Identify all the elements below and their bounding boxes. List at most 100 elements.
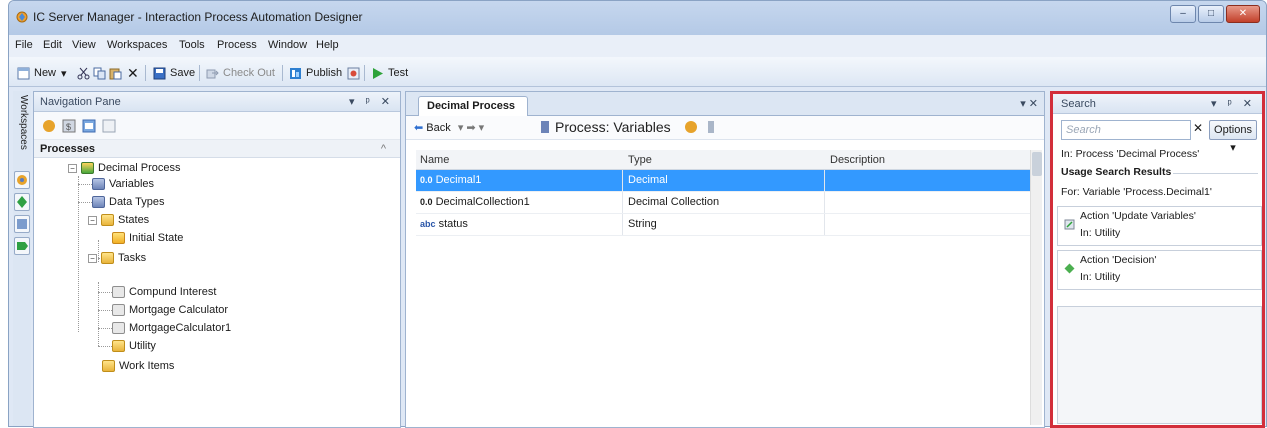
workspace-button-process[interactable] (14, 171, 30, 189)
search-pane-title: Search (1061, 98, 1096, 110)
toolbar-separator (145, 65, 146, 81)
save-icon (153, 67, 166, 79)
tasks-workspace-icon (17, 196, 27, 208)
menu-workspaces[interactable]: Workspaces (107, 39, 167, 51)
form-icon[interactable] (82, 119, 96, 133)
row-name-cell: 0.0 Decimal1 (420, 174, 482, 186)
process-tree: − Decimal Process Variables Data Types −… (34, 158, 400, 428)
divider (1173, 173, 1258, 174)
title-bar: IC Server Manager - Interaction Process … (9, 1, 1266, 35)
navigation-pane-header: Navigation Pane ▾ ᵖ ✕ (34, 92, 400, 112)
workspace-button-publish[interactable] (14, 237, 30, 255)
delete-button[interactable]: ✕ (127, 64, 139, 82)
document-navigation-bar: ⬅ Back ▾ ➡ ▾ Process: Variables (406, 116, 1044, 140)
clear-search-icon[interactable]: ✕ (1193, 121, 1203, 135)
minimize-button[interactable]: – (1170, 5, 1196, 23)
test-button[interactable]: Test (371, 64, 408, 82)
search-pane-controls[interactable]: ▾ ᵖ ✕ (1211, 97, 1256, 110)
menu-process[interactable]: Process (217, 39, 257, 51)
search-row: ✕ Options ▾ (1053, 114, 1262, 154)
search-result-item[interactable]: Action 'Decision' In: Utility (1057, 250, 1262, 290)
tree-node-decimal-process[interactable]: − Decimal Process (68, 160, 181, 176)
check-out-button[interactable]: Check Out (206, 64, 275, 82)
toolbar: New ▾ ✕ Save Check Out Publish Test (9, 57, 1266, 87)
tree-node-task[interactable]: Mortgage Calculator (112, 302, 228, 318)
column-header-description[interactable]: Description (830, 154, 885, 166)
task-icon (112, 304, 125, 316)
search-results-empty-area (1057, 306, 1262, 424)
column-header-type[interactable]: Type (628, 154, 652, 166)
tree-node-tasks[interactable]: − Tasks (88, 250, 146, 266)
menu-help[interactable]: Help (316, 39, 339, 51)
menu-tools[interactable]: Tools (179, 39, 205, 51)
menu-edit[interactable]: Edit (43, 39, 62, 51)
collapse-toggle-icon[interactable]: − (88, 253, 97, 263)
search-pane: Search ▾ ᵖ ✕ ✕ Options ▾ In: Process 'De… (1050, 91, 1265, 428)
collapse-toggle-icon[interactable]: − (68, 163, 77, 173)
search-input[interactable] (1061, 120, 1191, 140)
workspaces-tab[interactable]: Workspaces (15, 95, 29, 165)
vertical-scrollbar[interactable] (1030, 150, 1042, 425)
process-workspace-icon (17, 175, 27, 185)
menu-file[interactable]: File (15, 39, 33, 51)
copy-button[interactable] (93, 64, 110, 82)
process-settings-icon[interactable] (684, 121, 697, 133)
process-icon[interactable] (42, 119, 56, 133)
collapse-toggle-icon[interactable]: − (88, 215, 97, 225)
table-header: Name Type Description (416, 150, 1032, 170)
menu-view[interactable]: View (72, 39, 96, 51)
navigation-pane-title: Navigation Pane (40, 96, 121, 108)
svg-text:$: $ (66, 122, 71, 132)
publish-button[interactable]: Publish (289, 64, 342, 82)
tab-decimal-process[interactable]: Decimal Process (418, 96, 528, 116)
toolbar-separator (282, 65, 283, 81)
tree-node-work-items[interactable]: Work Items (102, 358, 174, 374)
task-icon (112, 322, 125, 334)
new-button[interactable]: New ▾ (17, 64, 67, 82)
row-type-cell: Decimal (628, 174, 668, 186)
navigation-icon-bar: $ (34, 112, 400, 140)
workspace-button-tasks[interactable] (14, 193, 30, 211)
paste-button[interactable] (109, 64, 126, 82)
tree-node-task[interactable]: MortgageCalculator1 (112, 320, 231, 336)
menu-window[interactable]: Window (268, 39, 307, 51)
table-row[interactable]: 0.0 Decimal1 Decimal (416, 170, 1032, 192)
variables-page-icon (541, 121, 549, 133)
column-header-name[interactable]: Name (420, 154, 449, 166)
processes-section-header[interactable]: Processes ^ (34, 140, 400, 158)
navigation-pane-controls[interactable]: ▾ ᵖ ✕ (349, 95, 394, 108)
tree-node-states[interactable]: − States (88, 212, 149, 228)
search-result-item[interactable]: Action 'Update Variables' In: Utility (1057, 206, 1262, 246)
tree-node-task[interactable]: Compund Interest (112, 284, 216, 300)
string-type-icon: abc (420, 219, 436, 229)
variables-settings-icon[interactable] (708, 121, 715, 133)
options-button[interactable]: Options ▾ (1209, 120, 1257, 154)
table-row[interactable]: 0.0 DecimalCollection1 Decimal Collectio… (416, 192, 1032, 214)
back-button[interactable]: ⬅ Back ▾ ➡ ▾ (414, 121, 484, 134)
save-button[interactable]: Save (153, 64, 195, 82)
tree-node-initial-state[interactable]: Initial State (112, 230, 183, 246)
cut-button[interactable] (77, 64, 94, 82)
tree-node-task-utility[interactable]: Utility (112, 338, 156, 354)
process-node-icon (81, 162, 94, 174)
close-window-button[interactable]: ✕ (1226, 5, 1260, 23)
tree-node-variables[interactable]: Variables (92, 176, 154, 192)
publish-options-button[interactable] (347, 64, 364, 82)
scrollbar-thumb[interactable] (1032, 152, 1042, 176)
task-folder-icon (112, 340, 125, 352)
maximize-button[interactable]: □ (1198, 5, 1224, 23)
workspaces-strip: Workspaces (13, 91, 31, 426)
document-tab-controls[interactable]: ▾ ✕ (1020, 97, 1038, 110)
tree-node-data-types[interactable]: Data Types (92, 194, 164, 210)
task-icon[interactable]: $ (62, 119, 76, 133)
workspace-button-forms[interactable] (14, 215, 30, 233)
copy-icon (93, 67, 106, 79)
forward-controls[interactable]: ▾ ➡ ▾ (458, 122, 484, 134)
results-header: Usage Search Results (1061, 166, 1172, 178)
table-row[interactable]: abc status String (416, 214, 1032, 236)
search-pane-header: Search ▾ ᵖ ✕ (1053, 94, 1262, 114)
grid-icon[interactable] (102, 119, 116, 133)
back-arrow-icon: ⬅ (414, 122, 424, 134)
play-icon (373, 67, 383, 79)
state-icon (112, 232, 125, 244)
